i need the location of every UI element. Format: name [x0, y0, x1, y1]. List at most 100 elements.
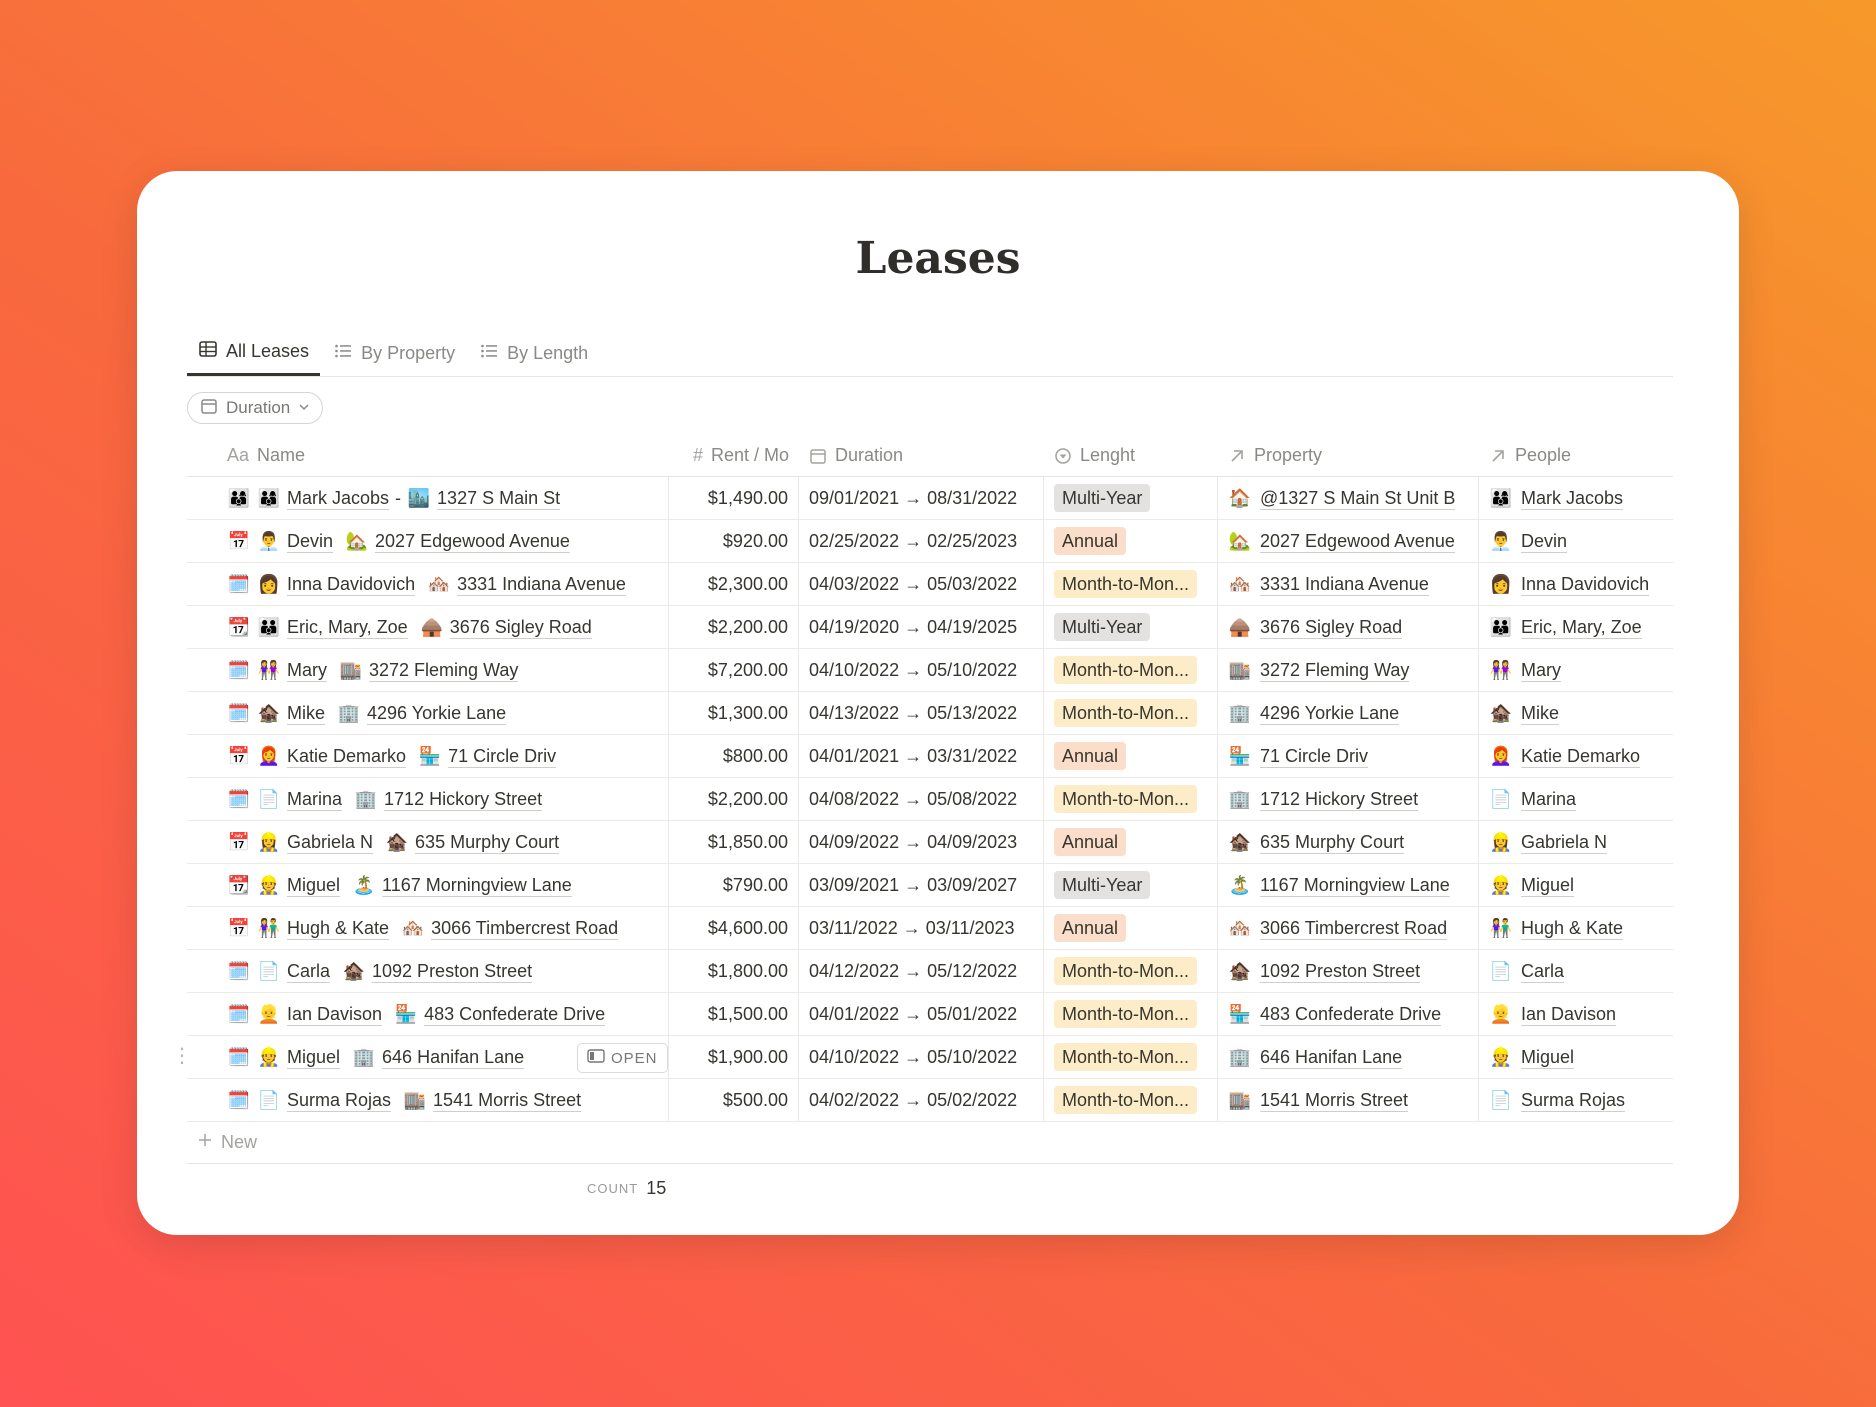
duration-cell[interactable]: 04/01/2021 → 03/31/2022 [799, 735, 1044, 777]
people-cell[interactable]: 📄 Surma Rojas [1479, 1079, 1673, 1121]
property-mention-link[interactable]: 1541 Morris Street [433, 1089, 582, 1112]
length-cell[interactable]: Annual [1044, 735, 1218, 777]
people-relation-link[interactable]: Mary [1521, 659, 1561, 682]
people-cell[interactable]: 👩‍🦰 Katie Demarko [1479, 735, 1673, 777]
property-cell[interactable]: 🏚️ 635 Murphy Court [1218, 821, 1479, 863]
property-mention-link[interactable]: 646 Hanifan Lane [382, 1046, 525, 1069]
person-mention-link[interactable]: Carla [287, 960, 331, 983]
property-cell[interactable]: 🏚️ 1092 Preston Street [1218, 950, 1479, 992]
people-cell[interactable]: 👭 Mary [1479, 649, 1673, 691]
people-relation-link[interactable]: Ian Davison [1521, 1003, 1617, 1026]
property-cell[interactable]: 🛖 3676 Sigley Road [1218, 606, 1479, 648]
people-cell[interactable]: 👷‍♀️ Gabriela N [1479, 821, 1673, 863]
length-cell[interactable]: Month-to-Mon... [1044, 1036, 1218, 1078]
property-mention-link[interactable]: 4296 Yorkie Lane [367, 702, 507, 725]
length-cell[interactable]: Month-to-Mon... [1044, 993, 1218, 1035]
duration-cell[interactable]: 04/13/2022 → 05/13/2022 [799, 692, 1044, 734]
rent-cell[interactable]: $1,490.00 [669, 477, 799, 519]
duration-cell[interactable]: 03/11/2022 → 03/11/2023 [799, 907, 1044, 949]
property-cell[interactable]: 🏢 1712 Hickory Street [1218, 778, 1479, 820]
name-cell[interactable]: 🗓️ 📄 Marina 🏢 1712 Hickory Street [187, 778, 669, 820]
person-mention-link[interactable]: Inna Davidovich [287, 573, 416, 596]
column-header-people[interactable]: People [1479, 435, 1673, 476]
property-relation-link[interactable]: 3676 Sigley Road [1260, 616, 1403, 639]
property-mention-link[interactable]: 3066 Timbercrest Road [431, 917, 619, 940]
property-relation-link[interactable]: 1167 Morningview Lane [1260, 874, 1450, 897]
property-relation-link[interactable]: 2027 Edgewood Avenue [1260, 530, 1455, 553]
table-row[interactable]: 🗓️ 👩 Inna Davidovich 🏘️ 3331 Indiana Avenue $… [187, 563, 1673, 606]
person-mention-link[interactable]: Mary [287, 659, 327, 682]
name-cell[interactable]: 📅 👩‍🦰 Katie Demarko 🏪 71 Circle Driv [187, 735, 669, 777]
length-cell[interactable]: Month-to-Mon... [1044, 778, 1218, 820]
duration-cell[interactable]: 04/03/2022 → 05/03/2022 [799, 563, 1044, 605]
table-row[interactable]: 📅 👩‍🦰 Katie Demarko 🏪 71 Circle Driv $800.00 0… [187, 735, 1673, 778]
property-relation-link[interactable]: 3331 Indiana Avenue [1260, 573, 1429, 596]
duration-cell[interactable]: 04/09/2022 → 04/09/2023 [799, 821, 1044, 863]
people-cell[interactable]: 📄 Carla [1479, 950, 1673, 992]
duration-cell[interactable]: 04/08/2022 → 05/08/2022 [799, 778, 1044, 820]
tab-by-length[interactable]: By Length [468, 330, 599, 376]
count-footer[interactable]: COUNT 15 [587, 1178, 666, 1199]
duration-cell[interactable]: 04/02/2022 → 05/02/2022 [799, 1079, 1044, 1121]
duration-cell[interactable]: 04/01/2022 → 05/01/2022 [799, 993, 1044, 1035]
table-row[interactable]: 📆 👪 Eric, Mary, Zoe 🛖 3676 Sigley Road $2,200… [187, 606, 1673, 649]
people-cell[interactable]: 👩 Inna Davidovich [1479, 563, 1673, 605]
person-mention-link[interactable]: Surma Rojas [287, 1089, 392, 1112]
property-relation-link[interactable]: 1541 Morris Street [1260, 1089, 1409, 1112]
table-row[interactable]: 📆 👷 Miguel 🏝️ 1167 Morningview Lane $790.00 03… [187, 864, 1673, 907]
name-cell[interactable]: 👨‍👩‍👦 👨‍👩‍👦 Mark Jacobs - 🏙️ 1327 S Main St [187, 477, 669, 519]
name-cell[interactable]: 📅 👨‍💼 Devin 🏡 2027 Edgewood Avenue [187, 520, 669, 562]
property-mention-link[interactable]: 635 Murphy Court [415, 831, 560, 854]
rent-cell[interactable]: $2,200.00 [669, 778, 799, 820]
name-cell[interactable]: 📅 👫 Hugh & Kate 🏘️ 3066 Timbercrest Road [187, 907, 669, 949]
property-cell[interactable]: 🏘️ 3066 Timbercrest Road [1218, 907, 1479, 949]
table-row[interactable]: 🗓️ 🏚️ Mike 🏢 4296 Yorkie Lane $1,300.00 04/13/… [187, 692, 1673, 735]
people-cell[interactable]: 👨‍👩‍👦 Mark Jacobs [1479, 477, 1673, 519]
duration-cell[interactable]: 09/01/2021 → 08/31/2022 [799, 477, 1044, 519]
property-cell[interactable]: 🏬 3272 Fleming Way [1218, 649, 1479, 691]
property-relation-link[interactable]: 483 Confederate Drive [1260, 1003, 1442, 1026]
length-cell[interactable]: Month-to-Mon... [1044, 692, 1218, 734]
name-cell[interactable]: 🗓️ 👭 Mary 🏬 3272 Fleming Way [187, 649, 669, 691]
people-cell[interactable]: 👪 Eric, Mary, Zoe [1479, 606, 1673, 648]
rent-cell[interactable]: $1,900.00 [669, 1036, 799, 1078]
length-cell[interactable]: Annual [1044, 821, 1218, 863]
property-cell[interactable]: 🏢 4296 Yorkie Lane [1218, 692, 1479, 734]
rent-cell[interactable]: $4,600.00 [669, 907, 799, 949]
column-header-name[interactable]: Aa Name [187, 435, 669, 476]
property-mention-link[interactable]: 1092 Preston Street [372, 960, 533, 983]
property-cell[interactable]: 🏬 1541 Morris Street [1218, 1079, 1479, 1121]
people-relation-link[interactable]: Hugh & Kate [1521, 917, 1624, 940]
property-cell[interactable]: 🏡 2027 Edgewood Avenue [1218, 520, 1479, 562]
length-cell[interactable]: Month-to-Mon... [1044, 950, 1218, 992]
person-mention-link[interactable]: Mark Jacobs [287, 487, 390, 510]
length-cell[interactable]: Month-to-Mon... [1044, 563, 1218, 605]
rent-cell[interactable]: $1,850.00 [669, 821, 799, 863]
length-cell[interactable]: Multi-Year [1044, 864, 1218, 906]
property-mention-link[interactable]: 1712 Hickory Street [384, 788, 543, 811]
duration-cell[interactable]: 04/19/2020 → 04/19/2025 [799, 606, 1044, 648]
table-row[interactable]: 📅 👫 Hugh & Kate 🏘️ 3066 Timbercrest Road $4,6… [187, 907, 1673, 950]
person-mention-link[interactable]: Katie Demarko [287, 745, 407, 768]
property-mention-link[interactable]: 2027 Edgewood Avenue [375, 530, 570, 553]
people-relation-link[interactable]: Surma Rojas [1521, 1089, 1626, 1112]
table-row[interactable]: 🗓️ 📄 Carla 🏚️ 1092 Preston Street $1,800.00 04… [187, 950, 1673, 993]
rent-cell[interactable]: $1,800.00 [669, 950, 799, 992]
property-relation-link[interactable]: 635 Murphy Court [1260, 831, 1405, 854]
rent-cell[interactable]: $790.00 [669, 864, 799, 906]
table-row[interactable]: 👨‍👩‍👦 👨‍👩‍👦 Mark Jacobs - 🏙️ 1327 S Main St… [187, 477, 1673, 520]
person-mention-link[interactable]: Marina [287, 788, 343, 811]
person-mention-link[interactable]: Mike [287, 702, 326, 725]
person-mention-link[interactable]: Eric, Mary, Zoe [287, 616, 408, 639]
duration-cell[interactable]: 04/12/2022 → 05/12/2022 [799, 950, 1044, 992]
people-relation-link[interactable]: Marina [1521, 788, 1577, 811]
property-cell[interactable]: 🏪 483 Confederate Drive [1218, 993, 1479, 1035]
person-mention-link[interactable]: Miguel [287, 1046, 341, 1069]
name-cell[interactable]: 🗓️ 👩 Inna Davidovich 🏘️ 3331 Indiana Avenue [187, 563, 669, 605]
people-cell[interactable]: 👨‍💼 Devin [1479, 520, 1673, 562]
drag-handle-icon[interactable]: ⋮ [172, 1046, 192, 1066]
column-header-duration[interactable]: Duration [799, 435, 1044, 476]
rent-cell[interactable]: $1,500.00 [669, 993, 799, 1035]
length-cell[interactable]: Annual [1044, 520, 1218, 562]
property-relation-link[interactable]: 71 Circle Driv [1260, 745, 1369, 768]
